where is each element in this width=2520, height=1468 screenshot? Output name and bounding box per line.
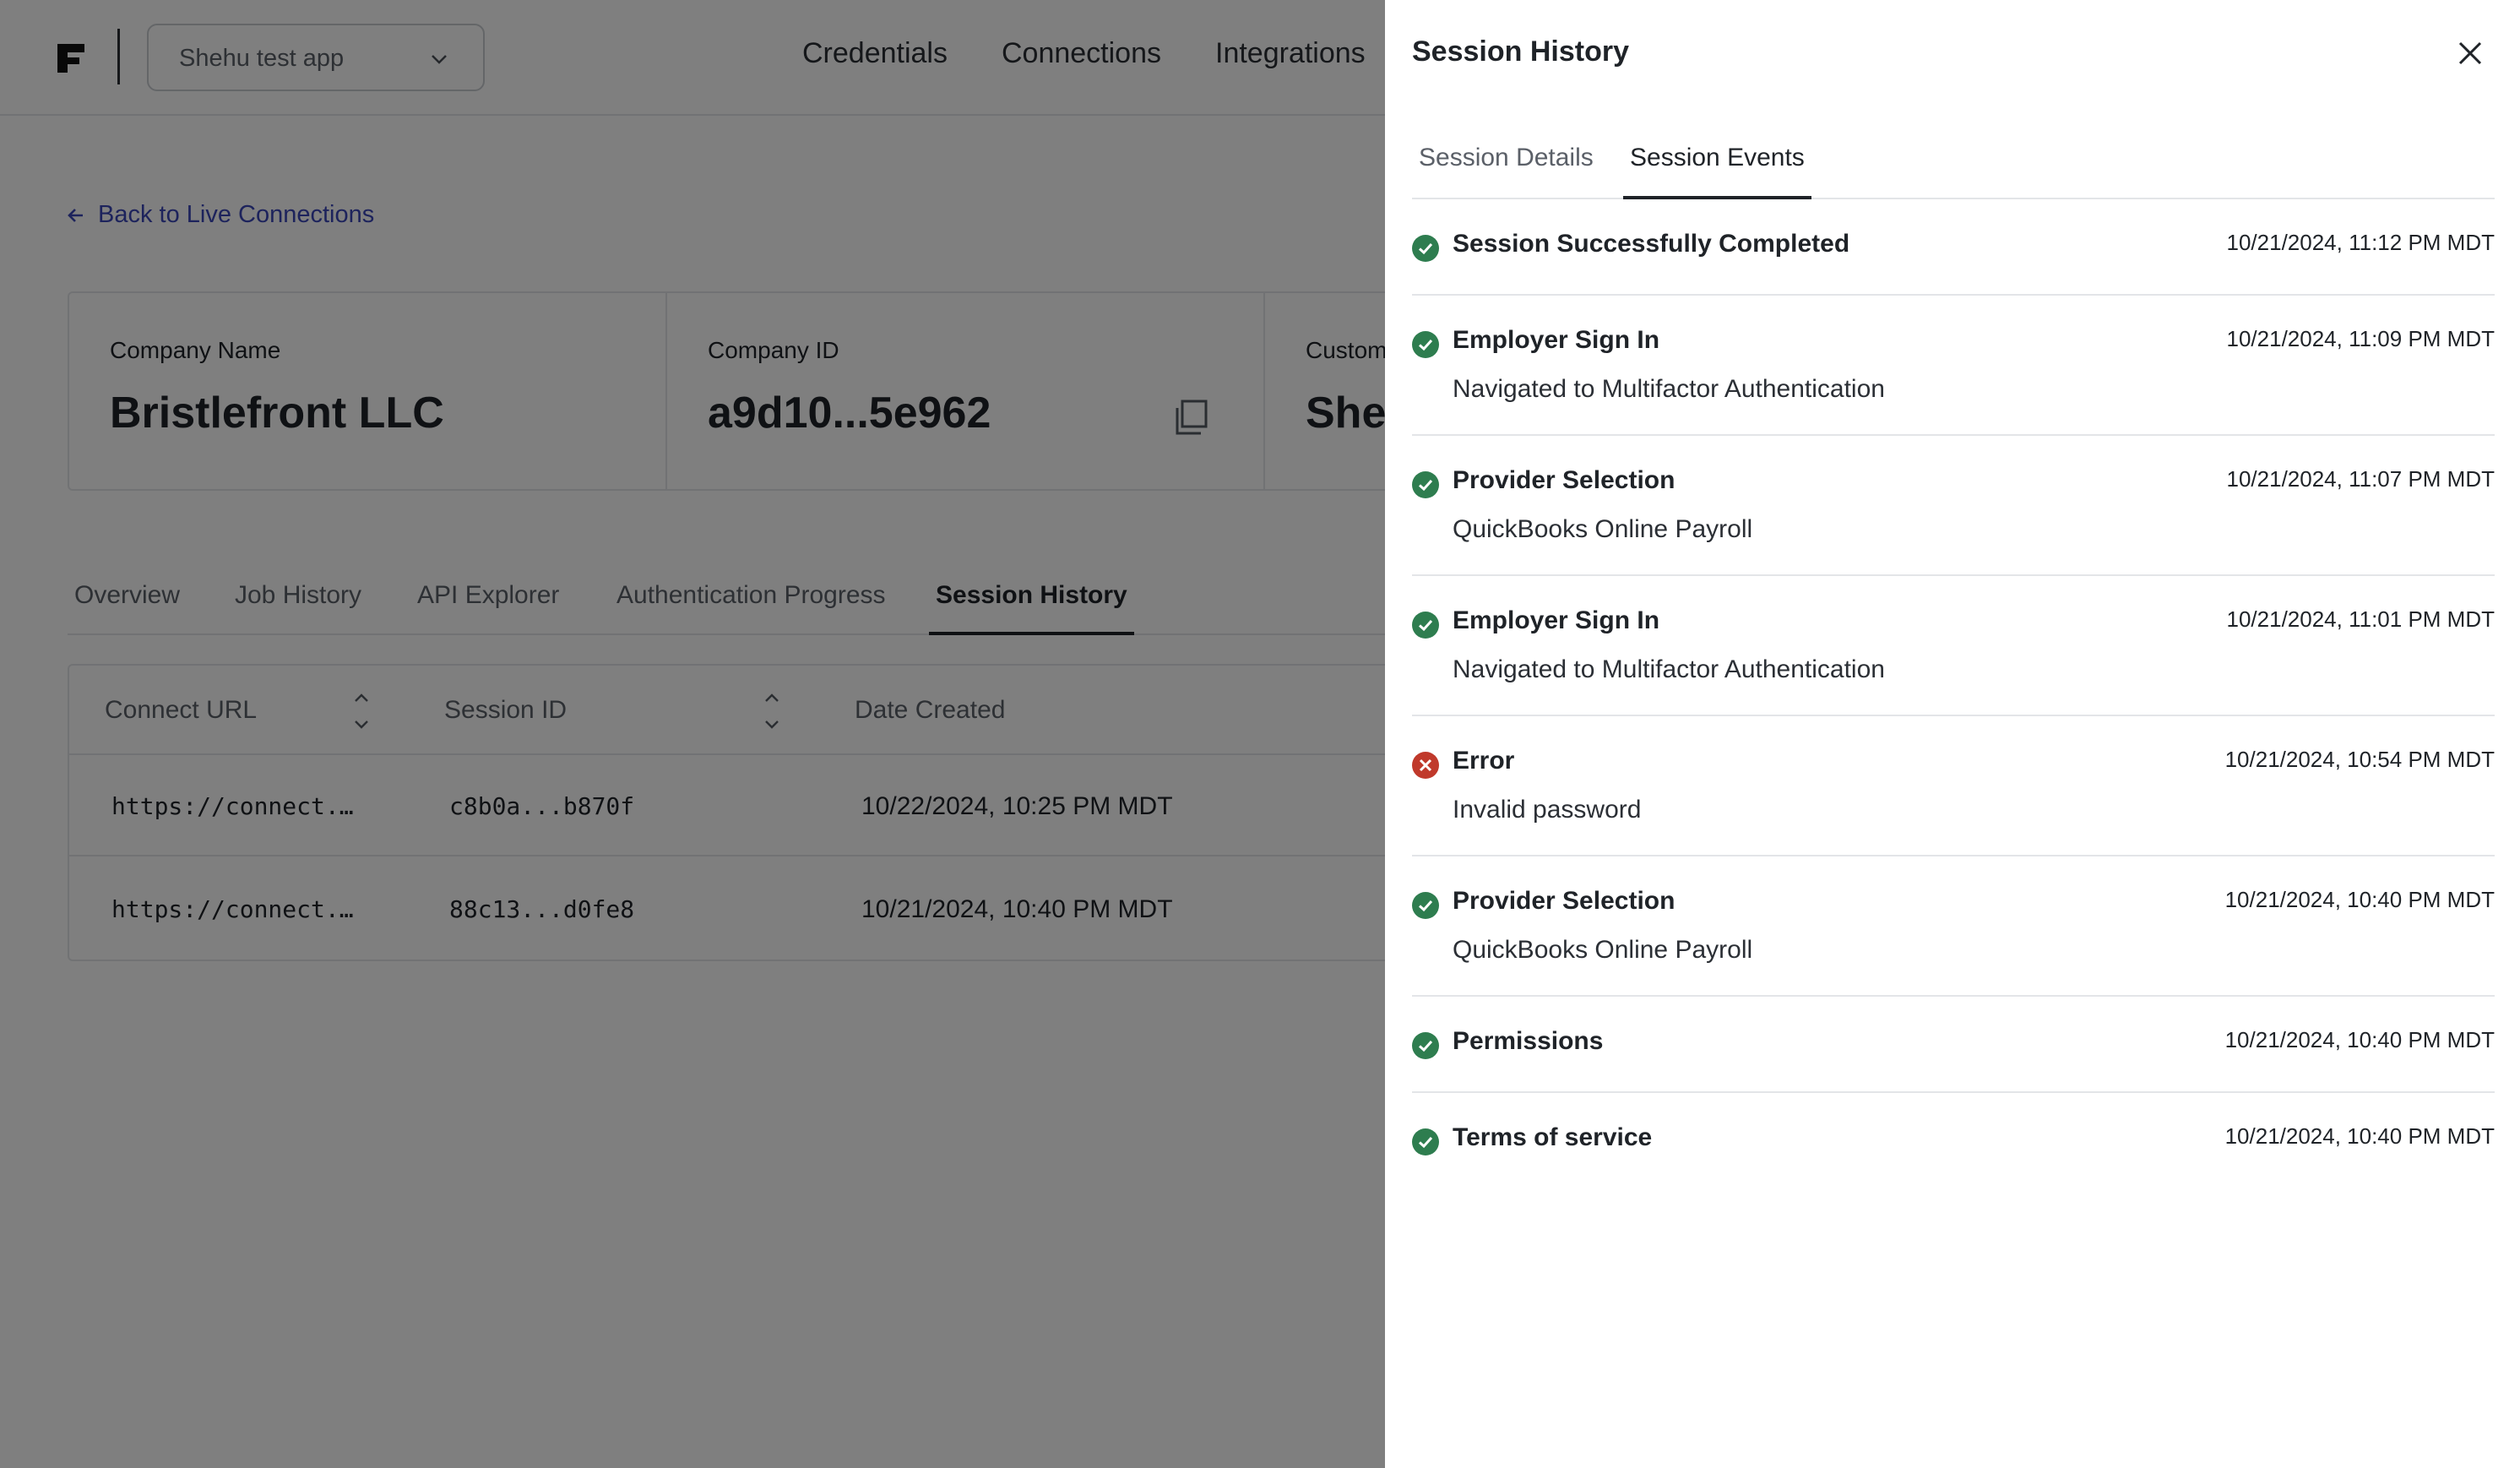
event-title: Terms of service [1453, 1123, 1653, 1151]
event-item: Permissions 10/21/2024, 10:40 PM MDT [1412, 997, 2495, 1093]
event-timestamp: 10/21/2024, 11:09 PM MDT [2226, 326, 2495, 351]
tab-session-events[interactable]: Session Events [1623, 144, 1811, 199]
close-icon[interactable] [2456, 39, 2485, 68]
check-circle-icon [1412, 892, 1439, 919]
event-title: Employer Sign In [1453, 606, 1660, 634]
session-events-list: Session Successfully Completed 10/21/202… [1412, 199, 2495, 1189]
event-title: Session Successfully Completed [1453, 230, 1850, 258]
event-detail: Navigated to Multifactor Authentication [1453, 375, 1885, 403]
event-item: Employer Sign In 10/21/2024, 11:09 PM MD… [1412, 296, 2495, 436]
event-item: Employer Sign In 10/21/2024, 11:01 PM MD… [1412, 576, 2495, 716]
check-circle-icon [1412, 471, 1439, 498]
check-circle-icon [1412, 331, 1439, 358]
error-circle-icon [1412, 752, 1439, 779]
event-title: Permissions [1453, 1027, 1604, 1055]
event-item: Terms of service 10/21/2024, 10:40 PM MD… [1412, 1093, 2495, 1189]
tab-session-details[interactable]: Session Details [1412, 144, 1600, 199]
event-detail: QuickBooks Online Payroll [1453, 936, 1753, 964]
event-timestamp: 10/21/2024, 10:40 PM MDT [2224, 1027, 2495, 1052]
event-title: Error [1453, 747, 1515, 775]
event-detail: Navigated to Multifactor Authentication [1453, 655, 1885, 683]
event-item: Provider Selection 10/21/2024, 10:40 PM … [1412, 856, 2495, 997]
modal-backdrop[interactable] [0, 0, 1385, 1468]
event-title: Employer Sign In [1453, 326, 1660, 354]
event-timestamp: 10/21/2024, 10:40 PM MDT [2224, 887, 2495, 912]
page: Shehu test app Credentials Connections I… [0, 0, 2520, 1468]
check-circle-icon [1412, 235, 1439, 262]
event-detail: QuickBooks Online Payroll [1453, 515, 1753, 543]
check-circle-icon [1412, 612, 1439, 639]
event-timestamp: 10/21/2024, 11:01 PM MDT [2226, 606, 2495, 632]
session-history-drawer: Session History Session Details Session … [1385, 0, 2520, 1468]
event-item: Error 10/21/2024, 10:54 PM MDT Invalid p… [1412, 716, 2495, 856]
drawer-title: Session History [1412, 35, 1629, 68]
event-timestamp: 10/21/2024, 10:40 PM MDT [2224, 1123, 2495, 1149]
drawer-tabs: Session Details Session Events [1412, 135, 2495, 199]
event-title: Provider Selection [1453, 466, 1675, 494]
check-circle-icon [1412, 1128, 1439, 1155]
event-timestamp: 10/21/2024, 10:54 PM MDT [2224, 747, 2495, 772]
event-timestamp: 10/21/2024, 11:07 PM MDT [2226, 466, 2495, 492]
event-detail: Invalid password [1453, 796, 1642, 824]
event-item: Provider Selection 10/21/2024, 11:07 PM … [1412, 436, 2495, 576]
event-item: Session Successfully Completed 10/21/202… [1412, 199, 2495, 296]
check-circle-icon [1412, 1032, 1439, 1059]
event-timestamp: 10/21/2024, 11:12 PM MDT [2226, 230, 2495, 255]
event-title: Provider Selection [1453, 887, 1675, 915]
